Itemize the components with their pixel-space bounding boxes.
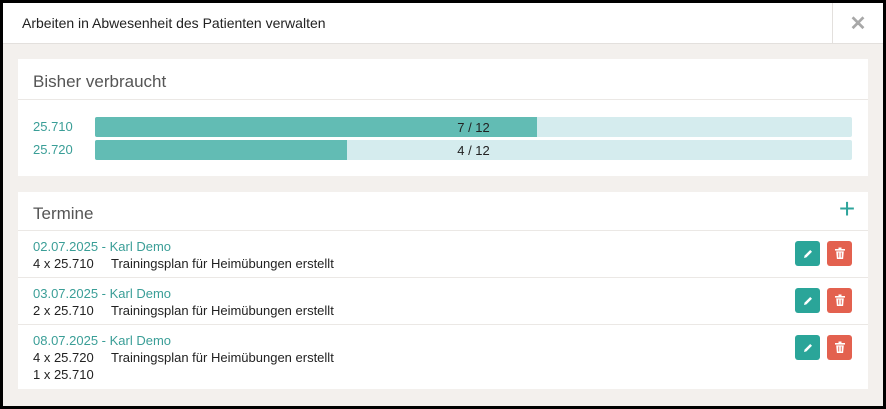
usage-progress-bar: 7 / 12 — [95, 117, 852, 137]
usage-row: 25.710 7 / 12 — [18, 117, 868, 137]
appointment-line: 2 x 25.710 Trainingsplan für Heimübungen … — [33, 303, 334, 318]
pencil-icon — [803, 249, 812, 258]
appointment-qty: 2 x 25.710 — [33, 303, 94, 318]
add-appointment-button[interactable]: + — [836, 195, 858, 223]
pencil-icon — [803, 296, 812, 305]
delete-button[interactable] — [827, 241, 852, 266]
close-icon[interactable]: ✕ — [832, 3, 883, 44]
manage-absence-modal: Arbeiten in Abwesenheit des Patienten ve… — [3, 3, 883, 406]
appointment-item: 03.07.2025 - Karl Demo 2 x 25.710 Trainin… — [18, 286, 868, 322]
usage-panel: Bisher verbraucht 25.710 7 / 12 25.720 4… — [18, 59, 868, 176]
divider — [18, 99, 868, 100]
usage-code: 25.720 — [33, 142, 73, 157]
usage-progress-label: 7 / 12 — [457, 120, 490, 135]
appointment-qty: 4 x 25.710 — [33, 256, 94, 271]
usage-panel-title: Bisher verbraucht — [33, 72, 167, 91]
edit-button[interactable] — [795, 241, 820, 266]
appointments-panel-title: Termine — [33, 204, 94, 223]
trash-icon — [834, 294, 845, 306]
pencil-icon — [803, 343, 812, 352]
appointment-header-link[interactable]: 03.07.2025 - Karl Demo — [33, 286, 171, 301]
trash-icon — [834, 341, 845, 353]
appointments-panel: Termine + 02.07.2025 - Karl Demo 4 x 25.… — [18, 192, 868, 389]
appointment-desc: Trainingsplan für Heimübungen erstellt — [111, 303, 334, 318]
appointment-qty: 4 x 25.720 — [33, 350, 94, 365]
edit-button[interactable] — [795, 288, 820, 313]
modal-title: Arbeiten in Abwesenheit des Patienten ve… — [22, 15, 326, 31]
appointment-line: 4 x 25.720 Trainingsplan für Heimübungen … — [33, 350, 334, 365]
appointment-item: 08.07.2025 - Karl Demo 4 x 25.720 Trainin… — [18, 333, 868, 387]
appointment-desc: Trainingsplan für Heimübungen erstellt — [111, 256, 334, 271]
divider — [18, 277, 868, 278]
trash-icon — [834, 247, 845, 259]
divider — [18, 230, 868, 231]
usage-row: 25.720 4 / 12 — [18, 140, 868, 160]
appointment-line: 4 x 25.710 Trainingsplan für Heimübungen … — [33, 256, 334, 271]
modal-header: Arbeiten in Abwesenheit des Patienten ve… — [3, 3, 883, 44]
appointment-header-link[interactable]: 02.07.2025 - Karl Demo — [33, 239, 171, 254]
usage-progress-label: 4 / 12 — [457, 143, 490, 158]
appointment-line: 1 x 25.710 — [33, 367, 111, 382]
edit-button[interactable] — [795, 335, 820, 360]
usage-progress-bar: 4 / 12 — [95, 140, 852, 160]
delete-button[interactable] — [827, 335, 852, 360]
usage-code: 25.710 — [33, 119, 73, 134]
divider — [18, 324, 868, 325]
delete-button[interactable] — [827, 288, 852, 313]
appointment-qty: 1 x 25.710 — [33, 367, 94, 382]
appointment-desc: Trainingsplan für Heimübungen erstellt — [111, 350, 334, 365]
appointment-header-link[interactable]: 08.07.2025 - Karl Demo — [33, 333, 171, 348]
appointment-item: 02.07.2025 - Karl Demo 4 x 25.710 Trainin… — [18, 239, 868, 275]
